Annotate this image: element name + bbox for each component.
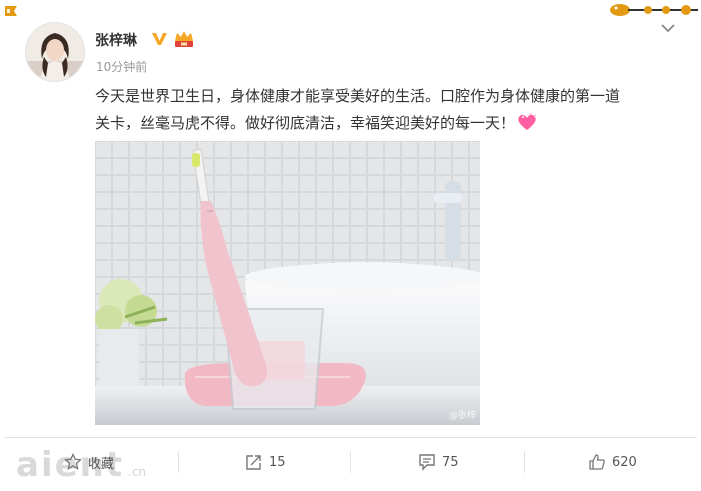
favorite-button[interactable]: 收藏 [64,439,114,485]
action-separator [524,451,525,473]
repost-icon [246,455,261,470]
username[interactable]: 张梓琳 [95,30,137,50]
content-line-1: 今天是世界卫生日，身体健康才能享受美好的生活。口腔作为身体健康的第一道 [95,87,621,105]
content-line-2-text: 关卡，丝毫马虎不得。做好彻底清洁，幸福笑迎美好的每一天！ [95,114,516,132]
comment-icon [419,454,435,471]
action-separator [350,451,351,473]
repost-button[interactable]: 15 [245,439,286,485]
comment-button[interactable]: 75 [418,439,459,485]
repost-count: 15 [269,454,286,470]
verified-icon [152,33,167,45]
favorite-label: 收藏 [88,456,115,472]
action-separator [178,451,179,473]
post-image[interactable]: @张梓 [95,141,480,425]
avatar[interactable] [25,22,85,82]
divider [4,437,697,438]
top-decoration-icon [610,4,698,16]
action-bar: 收藏 15 75 620 [0,439,701,485]
star-icon [64,453,82,470]
like-count: 620 [612,454,637,470]
post-time[interactable]: 10分钟前 [96,58,147,75]
like-button[interactable]: 620 [588,439,637,485]
vip-icon[interactable] [173,29,195,49]
chevron-down-icon[interactable] [660,22,676,34]
corner-badge-icon [5,6,17,16]
heart-emoji-icon [518,113,537,130]
thumbs-up-icon [589,454,605,470]
post-content: 今天是世界卫生日，身体健康才能享受美好的生活。口腔作为身体健康的第一道 关卡，丝… [95,83,685,137]
content-line-2: 关卡，丝毫马虎不得。做好彻底清洁，幸福笑迎美好的每一天！ [95,110,685,137]
image-watermark: @张梓 [448,411,476,421]
comment-count: 75 [442,454,459,470]
